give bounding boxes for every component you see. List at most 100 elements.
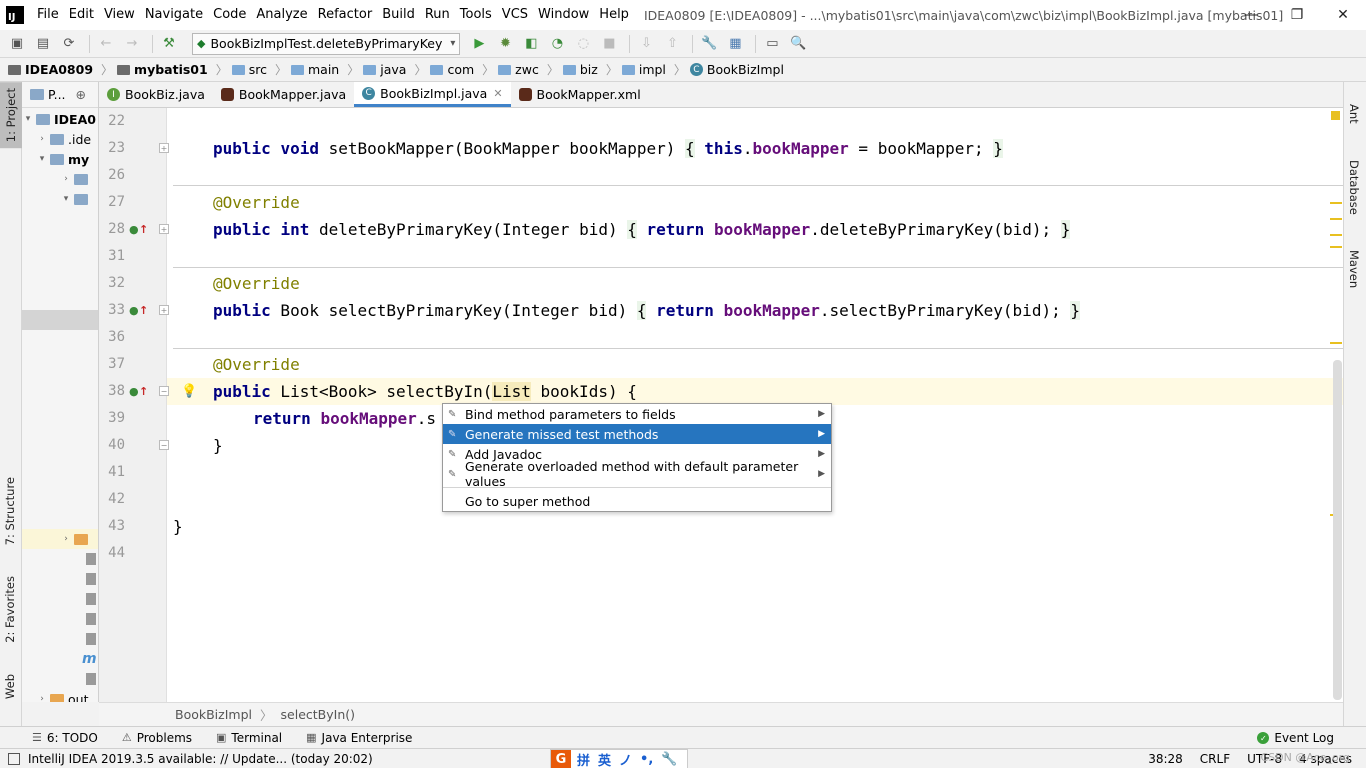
breadcrumb-item[interactable]: java (363, 62, 406, 77)
editor-crumb-method[interactable]: selectByIn() (281, 707, 355, 722)
tree-item-selected[interactable] (22, 310, 98, 330)
editor-gutter[interactable]: 22 23 26 27 28 31 32 33 36 37 38 39 40 4… (99, 108, 169, 702)
restore-button[interactable]: ❐ (1274, 0, 1320, 30)
analysis-warning-icon[interactable] (1331, 111, 1340, 120)
breadcrumb-item[interactable]: com (430, 62, 474, 77)
error-stripe-marker[interactable] (1330, 246, 1342, 248)
tree-item-out[interactable]: › out (36, 689, 88, 702)
breadcrumb-item[interactable]: zwc (498, 62, 539, 77)
tool-window-event-log[interactable]: ✓ Event Log (1257, 727, 1334, 749)
breadcrumb-item[interactable]: mybatis01 (117, 62, 208, 77)
fold-toggle-icon[interactable]: + (159, 305, 169, 315)
open-folder-icon[interactable]: ▣ (6, 33, 28, 55)
fold-toggle-icon[interactable]: + (159, 224, 169, 234)
run-configuration-select[interactable]: ◆ BookBizImplTest.deleteByPrimaryKey ▾ (192, 32, 461, 55)
caret-position[interactable]: 38:28 (1148, 752, 1183, 766)
tool-tab-project[interactable]: 1: Project (0, 82, 22, 149)
build-hammer-icon[interactable]: ⚒ (158, 33, 180, 55)
tree-item-folder[interactable]: › (60, 169, 92, 189)
menu-tools[interactable]: Tools (455, 0, 497, 30)
override-arrow-icon[interactable]: ↑ (139, 216, 148, 243)
menu-file[interactable]: File (32, 0, 64, 30)
minimize-button[interactable]: — (1228, 0, 1274, 30)
ime-settings-icon[interactable]: 🔧 (661, 752, 677, 767)
synchronize-icon[interactable]: ⟳ (58, 33, 80, 55)
tree-item-module[interactable]: ▾ my (36, 149, 89, 169)
implementing-method-icon[interactable]: ● (129, 297, 139, 324)
ime-punctuation-icon[interactable]: •, (640, 752, 653, 767)
breadcrumb-item[interactable]: src (231, 62, 267, 77)
close-window-button[interactable]: ✕ (1320, 0, 1366, 30)
update-icon[interactable]: ⇩ (635, 33, 657, 55)
breadcrumb-item[interactable]: biz (562, 62, 598, 77)
run-icon[interactable]: ▶ (468, 33, 490, 55)
override-arrow-icon[interactable]: ↑ (139, 378, 148, 405)
toggle-tool-windows-icon[interactable] (8, 753, 20, 765)
menu-analyze[interactable]: Analyze (251, 0, 312, 30)
menu-navigate[interactable]: Navigate (140, 0, 208, 30)
tool-tab-favorites[interactable]: 2: Favorites (3, 576, 17, 643)
breadcrumb-item[interactable]: IDEA0809 (8, 62, 93, 77)
bind-parameters-to-fields-item[interactable]: ✎ Bind method parameters to fields ▶ (443, 404, 831, 424)
tool-window-java-enterprise[interactable]: ▦ Java Enterprise (306, 731, 412, 745)
menu-code[interactable]: Code (208, 0, 251, 30)
run-coverage-icon[interactable]: ◧ (520, 33, 542, 55)
ime-pinyin[interactable]: 拼 (577, 750, 590, 768)
error-stripe-marker[interactable] (1330, 218, 1342, 220)
tree-item-file[interactable] (84, 609, 98, 629)
tool-tab-structure[interactable]: 7: Structure (3, 477, 17, 545)
commit-icon[interactable]: ⇧ (661, 33, 683, 55)
save-all-icon[interactable]: ▤ (32, 33, 54, 55)
debug-icon[interactable]: ✹ (494, 33, 516, 55)
tool-tab-maven[interactable]: Maven (1347, 250, 1361, 288)
presentation-icon[interactable]: ▭ (761, 33, 783, 55)
tree-item-maven-file[interactable]: m (82, 649, 97, 669)
tree-item-project-root[interactable]: ▾ IDEA0 (22, 109, 96, 129)
tree-item-idea[interactable]: › .ide (36, 129, 91, 149)
search-icon[interactable]: 🔍 (787, 33, 809, 55)
tab-bookmapper-java[interactable]: BookMapper.java (213, 82, 354, 107)
locate-target-icon[interactable]: ⊕ (76, 87, 86, 102)
tree-item-file[interactable] (84, 549, 98, 569)
error-stripe-marker[interactable] (1330, 202, 1342, 204)
editor-scrollbar[interactable] (1333, 360, 1342, 700)
tool-window-terminal[interactable]: ▣ Terminal (216, 731, 282, 745)
close-icon[interactable]: ✕ (493, 87, 502, 100)
error-stripe-marker[interactable] (1330, 342, 1342, 344)
stop-icon[interactable]: ■ (598, 33, 620, 55)
go-to-super-method-item[interactable]: Go to super method (443, 491, 831, 511)
tab-bookbiz-java[interactable]: I BookBiz.java (99, 82, 213, 107)
menu-vcs[interactable]: VCS (497, 0, 533, 30)
lightbulb-icon[interactable]: 💡 (181, 384, 197, 399)
back-icon[interactable]: ← (95, 33, 117, 55)
editor-crumb-class[interactable]: BookBizImpl (175, 707, 252, 722)
tool-tab-database[interactable]: Database (1347, 160, 1361, 215)
tree-item-file[interactable] (84, 669, 98, 689)
tree-item-folder[interactable]: ▾ (60, 189, 92, 209)
tool-window-problems[interactable]: ⚠ Problems (122, 731, 192, 745)
tree-item-highlight[interactable]: › (22, 529, 98, 549)
tree-item-file[interactable] (84, 569, 98, 589)
menu-build[interactable]: Build (377, 0, 420, 30)
menu-refactor[interactable]: Refactor (313, 0, 378, 30)
implementing-method-icon[interactable]: ● (129, 216, 139, 243)
menu-run[interactable]: Run (420, 0, 455, 30)
implementing-method-icon[interactable]: ● (129, 378, 139, 405)
fold-toggle-icon[interactable]: + (159, 143, 169, 153)
menu-edit[interactable]: Edit (64, 0, 99, 30)
menu-window[interactable]: Window (533, 0, 594, 30)
status-message[interactable]: IntelliJ IDEA 2019.3.5 available: // Upd… (28, 752, 373, 766)
breadcrumb-item[interactable]: C BookBizImpl (689, 62, 784, 77)
ime-logo-icon[interactable]: G (551, 750, 571, 768)
line-separator[interactable]: CRLF (1200, 752, 1230, 766)
override-arrow-icon[interactable]: ↑ (139, 297, 148, 324)
tab-bookbizimpl-java[interactable]: C BookBizImpl.java ✕ (354, 82, 511, 107)
error-stripe-marker[interactable] (1330, 234, 1342, 236)
generate-overloaded-method-item[interactable]: ✎ Generate overloaded method with default… (443, 459, 831, 489)
attach-icon[interactable]: ◌ (572, 33, 594, 55)
tool-tab-ant[interactable]: Ant (1347, 104, 1361, 124)
tree-item-file[interactable] (84, 589, 98, 609)
tree-item-file[interactable] (84, 629, 98, 649)
menu-help[interactable]: Help (594, 0, 634, 30)
forward-icon[interactable]: → (121, 33, 143, 55)
